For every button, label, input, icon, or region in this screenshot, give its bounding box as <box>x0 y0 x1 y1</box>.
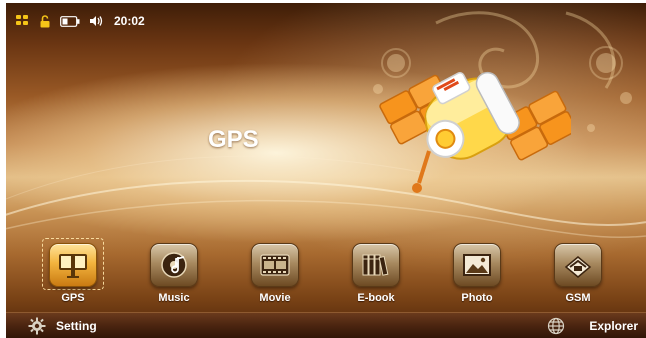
app-dock: GPS Music Movie E-book Photo GSM <box>6 238 646 313</box>
globe-icon <box>547 317 565 335</box>
battery-icon <box>60 15 80 27</box>
app-label: E-book <box>357 292 395 304</box>
page-title: GPS <box>208 126 259 153</box>
launcher-screen: 20:02 GPS GPS Music Movie E-book Photo G… <box>6 3 646 338</box>
volume-icon[interactable] <box>90 15 104 27</box>
picture-icon <box>453 243 501 287</box>
gear-icon <box>28 317 46 335</box>
clock-time: 20:02 <box>114 14 145 28</box>
bottom-bar: Setting Explorer <box>6 312 646 338</box>
app-music[interactable]: Music <box>137 243 211 309</box>
music-disc-icon <box>150 243 198 287</box>
phone-card-icon <box>554 243 602 287</box>
app-photo[interactable]: Photo <box>440 243 514 309</box>
apps-grid-icon[interactable] <box>16 15 30 27</box>
setting-label: Setting <box>56 319 97 333</box>
app-label: Music <box>158 292 190 304</box>
books-icon <box>352 243 400 287</box>
app-label: Movie <box>259 292 291 304</box>
setting-button[interactable]: Setting <box>6 317 105 335</box>
app-gsm[interactable]: GSM <box>541 243 615 309</box>
film-icon <box>251 243 299 287</box>
app-label: GSM <box>565 292 591 304</box>
gps-icon <box>49 243 97 287</box>
app-movie[interactable]: Movie <box>238 243 312 309</box>
app-label: Photo <box>461 292 493 304</box>
status-bar: 20:02 <box>16 13 145 29</box>
app-label: GPS <box>61 292 85 304</box>
satellite-icon <box>379 71 571 193</box>
explorer-label: Explorer <box>589 319 638 333</box>
app-ebook[interactable]: E-book <box>339 243 413 309</box>
unlock-icon[interactable] <box>40 14 50 28</box>
explorer-button[interactable]: Explorer <box>539 317 646 335</box>
app-gps[interactable]: GPS <box>36 238 110 309</box>
